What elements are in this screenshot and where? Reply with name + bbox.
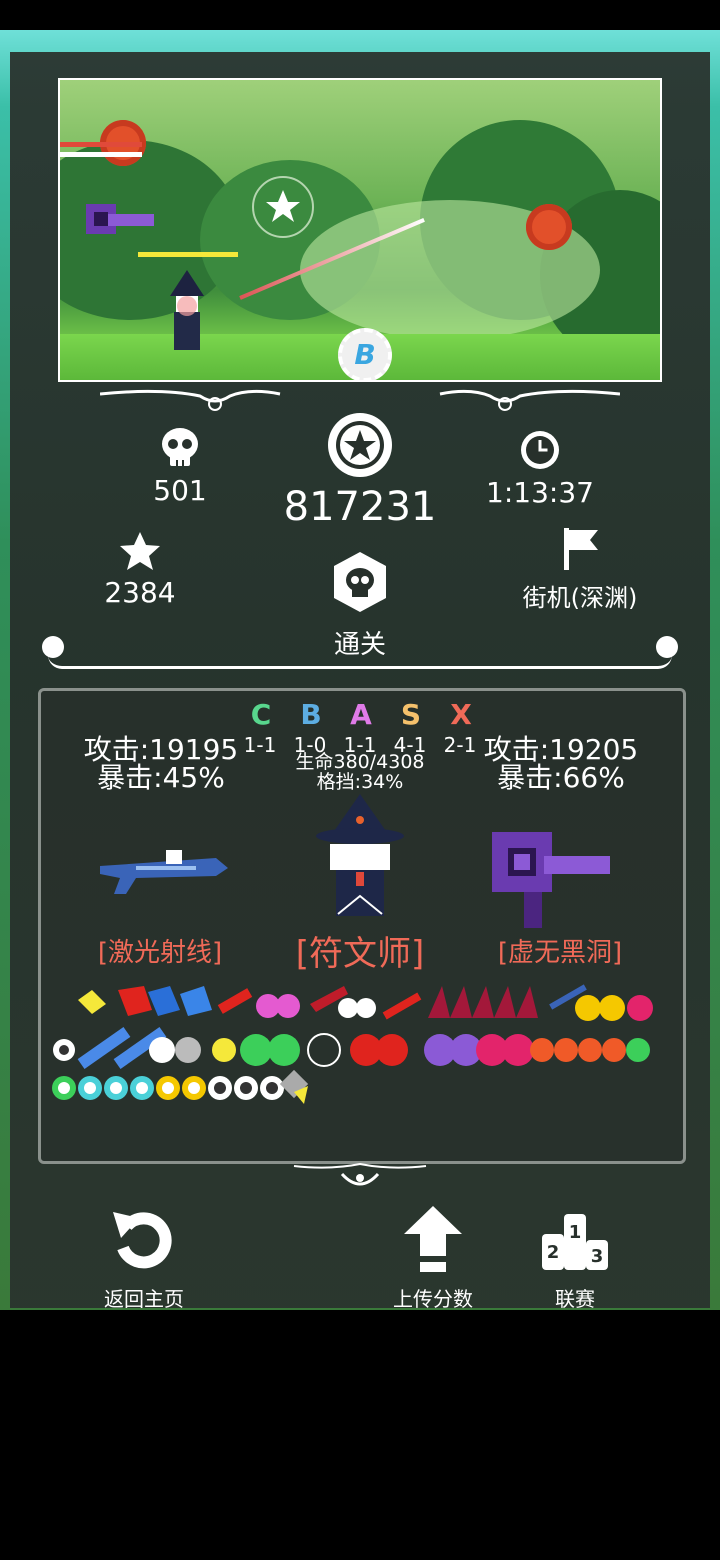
home-button[interactable]: 返回主页 (86, 1204, 202, 1312)
clock-icon (521, 431, 559, 469)
mode-stat: 街机(深渊) (510, 526, 650, 613)
runemaster-sprite (170, 270, 204, 350)
svg-text:1: 1 (569, 1222, 582, 1243)
rune-star-effect (252, 176, 314, 238)
void-gun-sprite (86, 204, 154, 234)
upload-button-label: 上传分数 (393, 1287, 473, 1311)
return-arrow-icon (113, 1212, 172, 1269)
right-attack: 攻击:19205 (483, 733, 639, 766)
character-hp: 生命380/4308 (295, 751, 425, 773)
scroll-divider (48, 650, 672, 669)
star-icon (120, 532, 160, 570)
home-button-label: 返回主页 (104, 1287, 184, 1311)
character-name: [符文师] (295, 934, 425, 974)
stars-stat: 2384 (100, 530, 180, 609)
laser-ray-weapon-icon (100, 850, 228, 894)
rank-c-badge: C (250, 698, 272, 731)
star-medal-icon (328, 413, 392, 477)
status-bar (0, 0, 720, 30)
item-row-1 (78, 984, 653, 1021)
time-stat: 1:13:37 (480, 428, 600, 509)
scroll-end-left (42, 636, 64, 658)
svg-text:3: 3 (591, 1246, 604, 1267)
right-weapon-stats: 攻击:19205 暴击:66% (476, 736, 646, 792)
scroll-end-right (656, 636, 678, 658)
result-stat: 通关 (310, 550, 410, 661)
left-weapon-stats: 攻击:19195 暴击:45% (76, 736, 246, 792)
ornament-flourish (293, 1162, 427, 1186)
right-crit: 暴击:66% (497, 761, 625, 794)
rank-c-count: 1-1 (243, 733, 277, 757)
runemaster-character-icon (316, 794, 404, 916)
item-row-2 (53, 1027, 650, 1069)
void-blackhole-weapon-icon (492, 832, 610, 928)
rank-b-token: B (338, 328, 392, 380)
league-button-label: 联赛 (555, 1287, 595, 1311)
upload-arrow-icon (404, 1206, 462, 1272)
left-crit: 暴击:45% (97, 761, 225, 794)
equipped-items-grid (52, 984, 653, 1104)
upload-score-button[interactable]: 上传分数 (378, 1204, 488, 1312)
time-value: 1:13:37 (486, 476, 594, 509)
rank-a-badge: A (350, 698, 372, 731)
score-stat: 817231 (280, 410, 440, 530)
rank-b-badge: B (300, 698, 322, 731)
right-weapon-name: [虚无黑洞] (497, 938, 623, 968)
skull-icon (162, 428, 198, 466)
item-row-3 (52, 1069, 309, 1104)
kills-value: 501 (153, 474, 207, 507)
gameplay-snapshot: B (58, 78, 662, 382)
svg-text:2: 2 (547, 1242, 560, 1263)
kills-stat: 501 (140, 426, 220, 507)
character-stats: 生命380/4308 格挡:34% (280, 752, 440, 792)
character-block: 格挡:34% (316, 771, 404, 793)
score-value: 817231 (283, 484, 437, 530)
left-weapon-name: [激光射线] (97, 938, 223, 968)
rank-x-badge: X (450, 698, 472, 731)
left-attack: 攻击:19195 (83, 733, 239, 766)
rank-x-count: 2-1 (443, 733, 477, 757)
rank-s-badge: S (400, 698, 422, 731)
stars-value: 2384 (104, 576, 176, 609)
flag-icon (564, 528, 598, 570)
podium-icon: 2 1 3 (542, 1214, 608, 1270)
mode-label: 街机(深渊) (522, 584, 638, 612)
league-button[interactable]: 2 1 3 联赛 (530, 1204, 620, 1312)
skull-badge-icon (334, 552, 386, 612)
